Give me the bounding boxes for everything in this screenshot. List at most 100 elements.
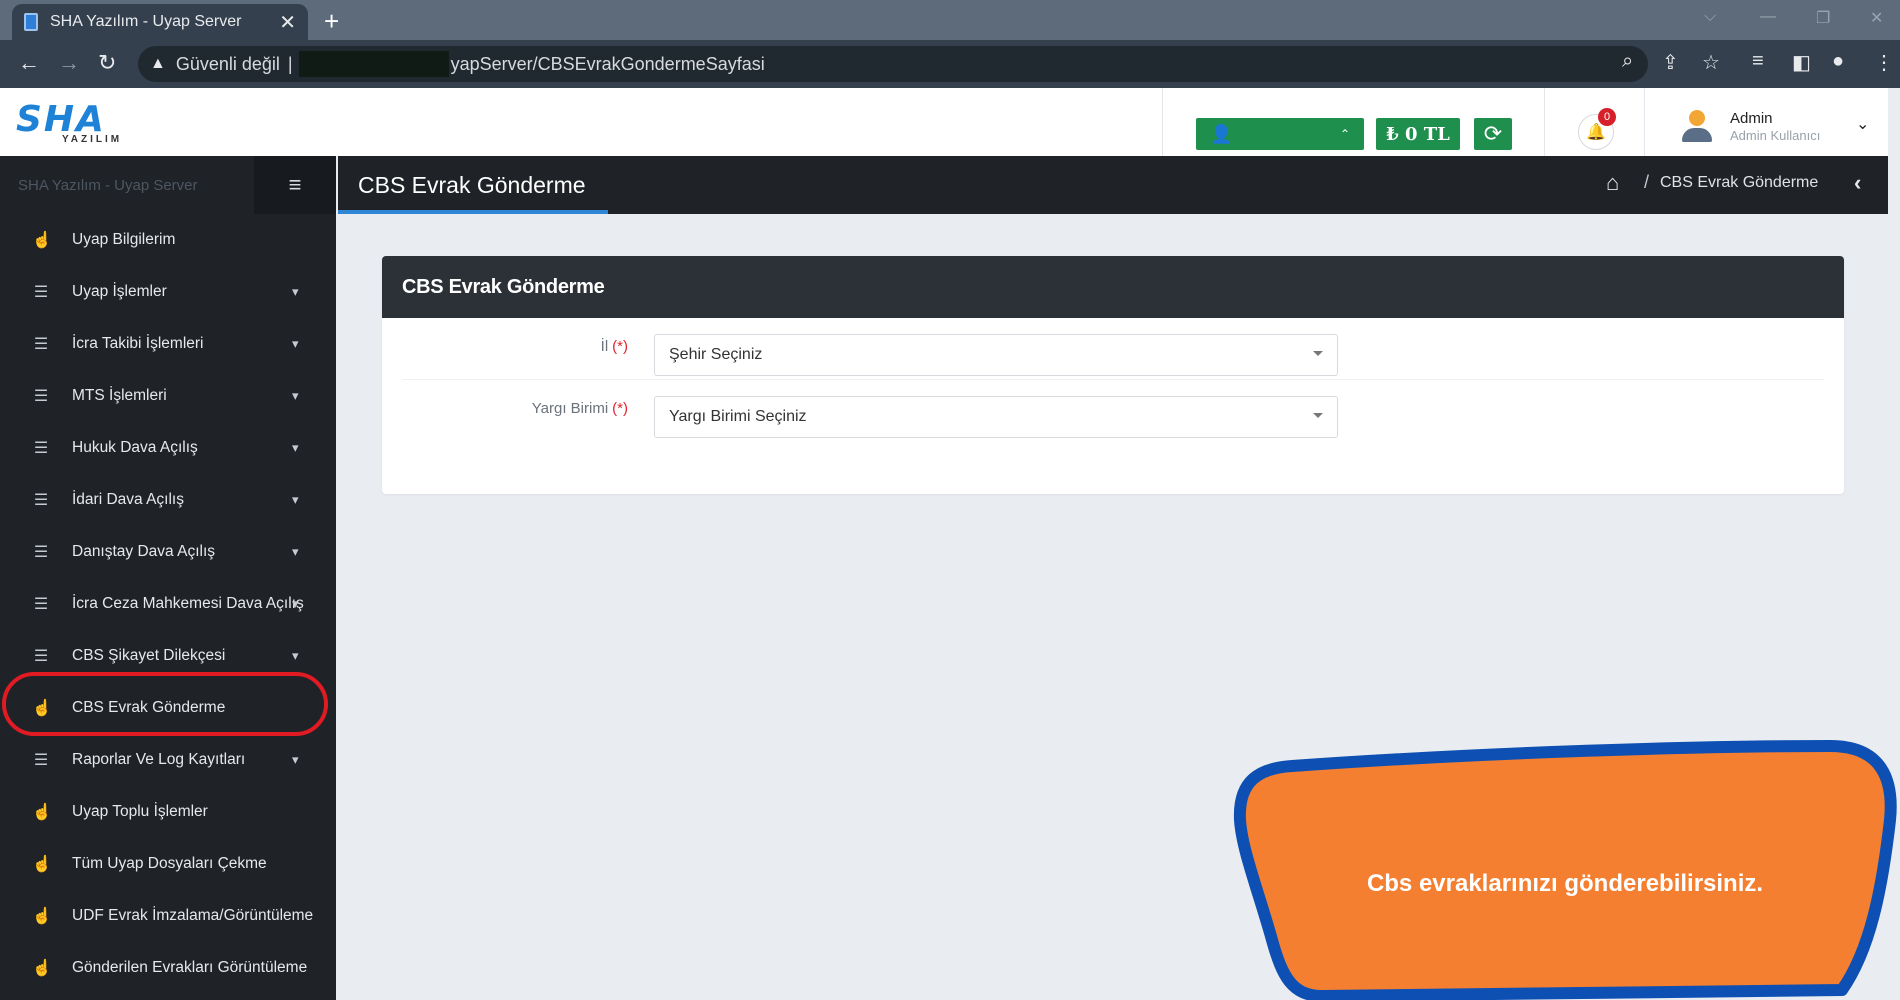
form-card: CBS Evrak Gönderme İl (*) Şehir Seçiniz Y… (382, 256, 1844, 494)
sidebar-item-gonderilen-evraklar[interactable]: ☝ Gönderilen Evrakları Görüntüleme (0, 942, 336, 994)
pointer-icon: ☝ (32, 232, 52, 249)
chevron-down-icon: ▾ (292, 388, 299, 403)
stack-icon: ☰ (33, 596, 49, 613)
stack-icon: ☰ (33, 284, 49, 301)
redacted-url-block (298, 51, 449, 77)
address-bar[interactable]: ▲ Güvenli değil | yapServer/CBSEvrakGond… (138, 46, 1648, 82)
profile-icon[interactable]: ● (1832, 50, 1844, 73)
forward-icon[interactable]: → (58, 50, 80, 76)
share-icon[interactable]: ⇪ (1662, 50, 1679, 75)
chevron-down-icon: ▾ (292, 596, 299, 611)
user-select-button[interactable]: 👤 ⌃ (1196, 118, 1364, 150)
browser-tabstrip: SHA Yazılım - Uyap Server ✕ + ⌵ — ❐ ✕ (0, 0, 1900, 40)
sidebar-toggle-button[interactable]: ≡ (254, 156, 336, 214)
stack-icon: ☰ (33, 336, 49, 353)
sidebar-item-label: Danıştay Dava Açılış (72, 543, 216, 560)
sidebar-item-label: Uyap Bilgilerim (72, 231, 176, 248)
side-panel-icon[interactable]: ◧ (1792, 50, 1811, 75)
breadcrumb-separator: / (1644, 172, 1650, 192)
sidebar-item-uyap-toplu[interactable]: ☝ Uyap Toplu İşlemler (0, 786, 336, 838)
sidebar-item-label: İdari Dava Açılış (72, 491, 184, 508)
pointer-icon: ☝ (32, 960, 52, 977)
user-name[interactable]: Admin (1730, 110, 1773, 127)
sidebar-item-raporlar[interactable]: ☰ Raporlar Ve Log Kayıtları ▾ (0, 734, 336, 786)
header-divider (1644, 88, 1645, 156)
caret-icon: ⌃ (1339, 127, 1350, 141)
new-tab-icon[interactable]: + (324, 6, 339, 37)
restore-icon[interactable]: ❐ (1816, 8, 1830, 28)
sha-logo[interactable]: SHA YAZILIM (16, 102, 126, 146)
sidebar-item-danistay-dava[interactable]: ☰ Danıştay Dava Açılış ▾ (0, 526, 336, 578)
required-mark: (*) (612, 338, 628, 355)
il-row: İl (*) Şehir Seçiniz (402, 318, 1824, 380)
balance-button[interactable]: ₺ 0 TL (1376, 118, 1460, 150)
sidebar-item-label: Raporlar Ve Log Kayıtları (72, 751, 246, 768)
sidebar-item-icra-takibi[interactable]: ☰ İcra Takibi İşlemleri ▾ (0, 318, 336, 370)
close-tab-icon[interactable]: ✕ (279, 10, 296, 35)
sidebar-item-label: Uyap Toplu İşlemler (72, 803, 208, 820)
sidebar-item-label: Hukuk Dava Açılış (72, 439, 198, 456)
yargi-birimi-row: Yargı Birimi (*) Yargı Birimi Seçiniz (402, 380, 1824, 442)
header-divider (1162, 88, 1163, 156)
chevron-left-icon[interactable]: ‹ (1854, 170, 1861, 196)
window-close-icon[interactable]: ✕ (1870, 8, 1883, 28)
chevron-down-icon: ▾ (292, 648, 299, 663)
breadcrumb-current: CBS Evrak Gönderme (1660, 174, 1819, 191)
refresh-icon: ⟳ (1483, 121, 1503, 146)
sidebar-item-label: Tüm Uyap Dosyaları Çekme (72, 855, 267, 872)
chevron-down-icon: ▾ (292, 336, 299, 351)
hamburger-icon: ≡ (288, 172, 302, 197)
dropdown-caret-icon (1313, 351, 1323, 356)
il-select-value: Şehir Seçiniz (669, 346, 763, 363)
sidebar-item-udf-evrak[interactable]: ☝ UDF Evrak İmzalama/Görüntüleme (0, 890, 336, 942)
sidebar-item-icra-ceza[interactable]: ☰ İcra Ceza Mahkemesi Dava Açılış ▾ (0, 578, 336, 630)
media-icon[interactable]: ≡ (1752, 50, 1764, 73)
sidebar-item-tum-uyap-dosyalari[interactable]: ☝ Tüm Uyap Dosyaları Çekme (0, 838, 336, 890)
menu-kebab-icon[interactable]: ⋮ (1874, 50, 1894, 75)
user-avatar[interactable] (1680, 110, 1714, 144)
yargi-select-value: Yargı Birimi Seçiniz (669, 408, 807, 425)
bookmark-star-icon[interactable]: ☆ (1702, 50, 1720, 75)
pointer-icon: ☝ (32, 908, 52, 925)
callout-text: Cbs evraklarınızı gönderebilirsiniz. (1366, 870, 1764, 897)
stack-icon: ☰ (33, 492, 49, 509)
app-header: SHA YAZILIM 👤 ⌃ ₺ 0 TL ⟳ 🔔 0 Admin Admin… (0, 88, 1888, 156)
sidebar-item-uyap-islemler[interactable]: ☰ Uyap İşlemler ▾ (0, 266, 336, 318)
yargi-label-text: Yargı Birimi (531, 400, 609, 417)
yargi-birimi-label: Yargı Birimi (*) (532, 400, 628, 417)
logo-text: SHA (16, 99, 106, 140)
back-icon[interactable]: ← (18, 50, 40, 76)
pointer-icon: ☝ (32, 804, 52, 821)
sidebar-item-label: UDF Evrak İmzalama/Görüntüleme (72, 907, 314, 924)
sidebar-item-label: Gönderilen Evrakları Görüntüleme (72, 959, 308, 976)
yargi-birimi-select[interactable]: Yargı Birimi Seçiniz (654, 396, 1338, 438)
stack-icon: ☰ (33, 544, 49, 561)
stack-icon: ☰ (33, 440, 49, 457)
user-role: Admin Kullanıcı (1730, 128, 1821, 143)
refresh-button[interactable]: ⟳ (1474, 118, 1512, 150)
il-label: İl (*) (601, 338, 628, 355)
chevron-down-icon: ▾ (292, 492, 299, 507)
home-icon[interactable]: ⌂ (1606, 170, 1619, 196)
warning-icon: ▲ (150, 55, 166, 72)
browser-toolbar: ← → ↻ ▲ Güvenli değil | yapServer/CBSEvr… (0, 40, 1900, 88)
browser-tab[interactable]: SHA Yazılım - Uyap Server ✕ (12, 4, 308, 40)
reload-icon[interactable]: ↻ (98, 50, 116, 76)
minimize-icon[interactable]: — (1760, 8, 1776, 26)
chevron-down-icon: ▾ (292, 284, 299, 299)
il-select[interactable]: Şehir Seçiniz (654, 334, 1338, 376)
sidebar-item-uyap-bilgilerim[interactable]: ☝ Uyap Bilgilerim (0, 214, 336, 266)
card-title: CBS Evrak Gönderme (382, 256, 1844, 318)
sidebar-item-idari-dava[interactable]: ☰ İdari Dava Açılış ▾ (0, 474, 336, 526)
sidebar-item-mts[interactable]: ☰ MTS İşlemleri ▾ (0, 370, 336, 422)
chevron-down-icon: ▾ (292, 440, 299, 455)
sidebar-item-hukuk-dava[interactable]: ☰ Hukuk Dava Açılış ▾ (0, 422, 336, 474)
il-label-text: İl (600, 338, 609, 355)
dropdown-caret-icon (1313, 413, 1323, 418)
zoom-icon[interactable]: ⌕ (1622, 50, 1633, 73)
title-underline (338, 210, 608, 214)
address-separator: | (287, 53, 293, 74)
chevron-down-icon[interactable]: ⌵ (1704, 8, 1716, 26)
user-menu-chevron-icon[interactable]: ⌄ (1856, 114, 1869, 134)
sidebar-item-label: İcra Ceza Mahkemesi Dava Açılış (72, 595, 304, 612)
